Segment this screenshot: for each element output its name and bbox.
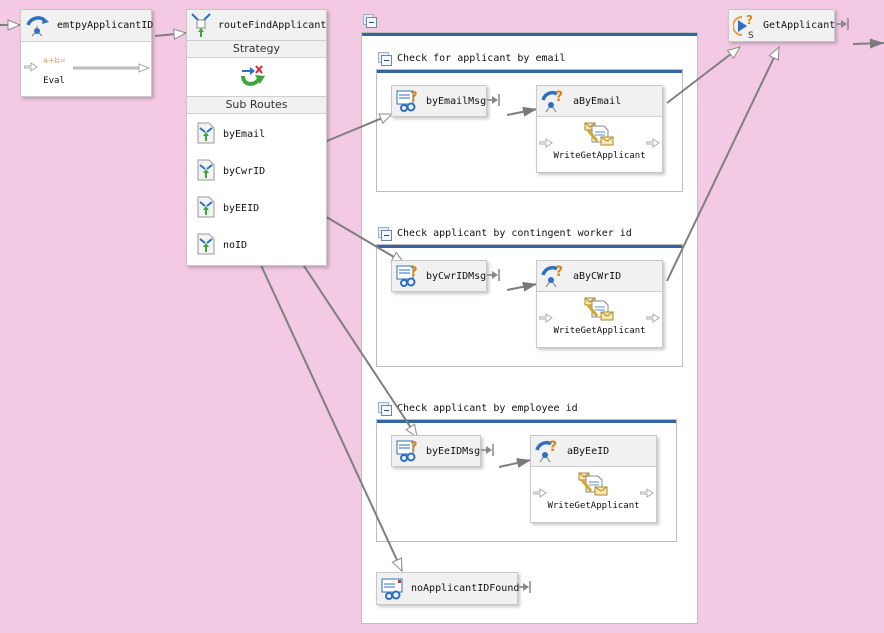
action-node-abyemail[interactable]: ? aByEmail WriteGetApplicant bbox=[536, 85, 663, 173]
subroute-icon bbox=[197, 159, 215, 184]
subroute-icon bbox=[197, 122, 215, 147]
svg-text:?: ? bbox=[746, 13, 753, 27]
subroute-label: noID bbox=[223, 240, 248, 251]
wire-get-exit bbox=[852, 38, 884, 49]
exit-terminal-icon[interactable] bbox=[487, 269, 501, 284]
subroute-noid[interactable]: noID bbox=[197, 233, 247, 258]
subroute-byemail[interactable]: byEmail bbox=[197, 122, 265, 147]
svg-text:?: ? bbox=[555, 89, 563, 105]
message-node-byemailmsg[interactable]: ? byEmailMsg bbox=[391, 85, 487, 117]
message-query-icon: ? bbox=[396, 439, 420, 463]
action-decision-icon: ? bbox=[535, 438, 561, 464]
message-query-icon: ? bbox=[396, 89, 420, 113]
group-3-collapse-button[interactable] bbox=[378, 402, 392, 416]
write-message-icon bbox=[578, 472, 608, 499]
svg-text:?: ? bbox=[549, 439, 557, 455]
wire-empty-to-route bbox=[154, 33, 186, 36]
strategy-section-title: Strategy bbox=[187, 40, 326, 58]
subroute-icon bbox=[197, 196, 215, 221]
group-3-bar bbox=[377, 420, 676, 423]
expression-icon: a+b= bbox=[43, 55, 66, 68]
service-node-getapplicant[interactable]: ? S GetApplicant bbox=[728, 9, 835, 42]
node-label: emtpyApplicantID bbox=[57, 20, 154, 31]
message-node-noapplicantidfound[interactable]: noApplicantIDFound bbox=[376, 572, 520, 605]
node-label: byEeIDMsg bbox=[426, 445, 481, 457]
input-terminal-icon[interactable] bbox=[532, 488, 547, 501]
output-terminal-icon[interactable] bbox=[645, 313, 660, 326]
write-message-icon bbox=[584, 297, 614, 324]
group-2-collapse-button[interactable] bbox=[378, 227, 392, 241]
exit-terminal-icon[interactable] bbox=[487, 94, 501, 109]
subroute-label: byCwrID bbox=[223, 166, 266, 177]
exit-terminal-icon[interactable] bbox=[518, 581, 532, 596]
router-node-routefindapplicant[interactable]: routeFindApplicant Strategy Sub Routes b… bbox=[186, 9, 327, 266]
action-node-abycwrid[interactable]: ? aByCWrID WriteGetApplicant bbox=[536, 260, 663, 348]
group-1-bar bbox=[377, 70, 682, 73]
output-terminal-icon[interactable] bbox=[645, 138, 660, 151]
decision-icon bbox=[25, 13, 51, 39]
subroute-label: byEEID bbox=[223, 203, 260, 214]
write-message-icon bbox=[584, 122, 614, 149]
svg-text:a+b=: a+b= bbox=[43, 56, 65, 65]
output-terminal-icon[interactable] bbox=[639, 488, 654, 501]
message-node-bycwridmsg[interactable]: ? byCwrIDMsg bbox=[391, 260, 487, 292]
group-3-title: Check applicant by employee id bbox=[397, 403, 578, 414]
node-label: aByCWrID bbox=[573, 270, 622, 282]
group-2-bar bbox=[377, 245, 682, 248]
node-label: routeFindApplicant bbox=[218, 19, 327, 31]
group-1-collapse-button[interactable] bbox=[378, 52, 392, 66]
message-node-byeeidmsg[interactable]: ? byEeIDMsg bbox=[391, 435, 481, 467]
svg-text:?: ? bbox=[555, 264, 563, 280]
input-terminal-icon[interactable] bbox=[23, 62, 38, 75]
decision-node-emptyapplicantid[interactable]: emtpyApplicantID a+b= Eval bbox=[20, 9, 154, 97]
subroute-label: byEmail bbox=[223, 129, 266, 140]
input-terminal-icon[interactable] bbox=[538, 138, 553, 151]
node-label: GetApplicant bbox=[763, 20, 836, 31]
action-node-abyeeid[interactable]: ? aByEeID WriteGetApplicant bbox=[530, 435, 657, 523]
node-label: aByEeID bbox=[567, 445, 610, 457]
output-terminal-icon[interactable] bbox=[73, 63, 151, 76]
action-body-label: WriteGetApplicant bbox=[547, 501, 640, 511]
subflow-service-icon: ? S bbox=[732, 13, 757, 41]
action-body-label: WriteGetApplicant bbox=[553, 151, 646, 161]
action-decision-icon: ? bbox=[541, 88, 567, 114]
node-label: byCwrIDMsg bbox=[426, 270, 487, 282]
eval-label: Eval bbox=[43, 76, 65, 86]
subroutes-section-title: Sub Routes bbox=[187, 96, 326, 114]
message-query-icon: ? bbox=[396, 264, 420, 288]
container-header-bar bbox=[362, 33, 697, 36]
subroute-bycwrid[interactable]: byCwrID bbox=[197, 159, 265, 184]
input-terminal-icon[interactable] bbox=[538, 313, 553, 326]
subroute-icon bbox=[197, 233, 215, 258]
outer-collapse-button[interactable] bbox=[363, 14, 377, 28]
action-body-label: WriteGetApplicant bbox=[553, 326, 646, 336]
router-icon bbox=[190, 12, 212, 38]
action-decision-icon: ? bbox=[541, 263, 567, 289]
group-1-title: Check for applicant by email bbox=[397, 53, 566, 64]
group-2-title: Check applicant by contingent worker id bbox=[397, 228, 632, 239]
node-label: noApplicantIDFound bbox=[411, 583, 520, 594]
exit-terminal-icon[interactable] bbox=[481, 444, 495, 459]
subroute-byeeid[interactable]: byEEID bbox=[197, 196, 259, 221]
svg-text:S: S bbox=[748, 31, 754, 39]
routing-strategy-icon[interactable] bbox=[239, 62, 267, 91]
node-label: aByEmail bbox=[573, 95, 622, 107]
node-label: byEmailMsg bbox=[426, 95, 487, 107]
exit-terminal-icon[interactable] bbox=[836, 18, 850, 33]
message-error-icon bbox=[381, 577, 405, 601]
